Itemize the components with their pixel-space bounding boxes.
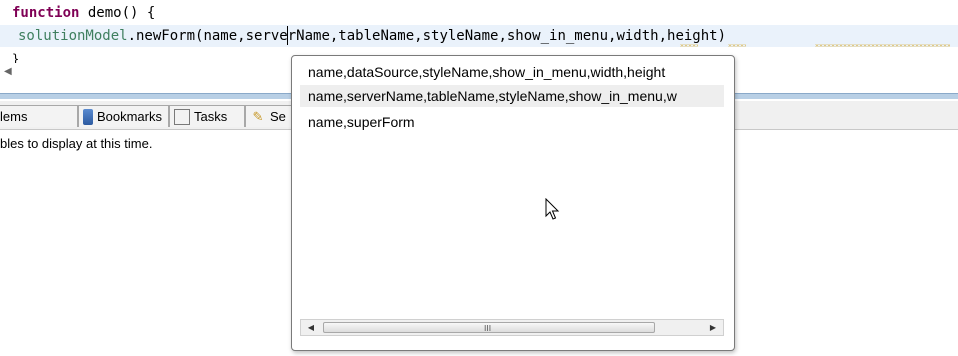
tab-label: Bookmarks: [96, 109, 162, 124]
tasks-icon: [174, 108, 190, 125]
tab-label: Tasks: [194, 109, 228, 124]
new-form-call: .newForm(: [127, 28, 204, 44]
tab-label: lems: [0, 109, 28, 124]
proposal-item[interactable]: name,superForm: [300, 111, 724, 133]
tab-bookmarks[interactable]: Bookmarks: [78, 105, 169, 127]
solution-model-identifier: solutionModel: [18, 28, 128, 44]
scroll-right-arrow-icon[interactable]: ▶: [705, 320, 721, 335]
popup-horizontal-scrollbar[interactable]: ◀ III ▶: [300, 319, 724, 336]
code-editor[interactable]: function demo() { solutionModel.newForm(…: [0, 0, 958, 66]
warning-squiggle: [815, 44, 950, 47]
content-assist-popup[interactable]: name,dataSource,styleName,show_in_menu,w…: [291, 55, 735, 351]
tab-label: Se: [270, 109, 286, 124]
warning-squiggle: [680, 44, 698, 47]
warning-squiggle: [728, 44, 746, 47]
proposal-item-selected[interactable]: name,serverName,tableName,styleName,show…: [300, 85, 724, 107]
function-signature: demo() {: [79, 5, 156, 21]
scroll-left-arrow-icon[interactable]: ◀: [4, 65, 18, 79]
scrollbar-thumb[interactable]: III: [323, 322, 655, 333]
scrollbar-grip: III: [484, 324, 492, 333]
call-arguments: name,serverName,tableName,styleName,show…: [203, 28, 727, 44]
tab-problems[interactable]: lems: [0, 105, 78, 127]
text-cursor: [287, 26, 288, 45]
proposal-item[interactable]: name,dataSource,styleName,show_in_menu,w…: [300, 61, 724, 83]
bookmarks-icon: [83, 108, 93, 125]
code-line-2[interactable]: solutionModel.newForm(name,serverName,ta…: [18, 27, 726, 45]
function-keyword: function: [12, 5, 80, 21]
scroll-left-arrow-icon[interactable]: ◀: [303, 320, 319, 335]
mouse-pointer-icon: [545, 198, 560, 220]
empty-view-message: bles to display at this time.: [0, 136, 153, 151]
code-line-1[interactable]: function demo() {: [12, 4, 155, 22]
tab-tasks[interactable]: Tasks: [169, 105, 245, 127]
search-icon: ✎: [252, 108, 264, 124]
